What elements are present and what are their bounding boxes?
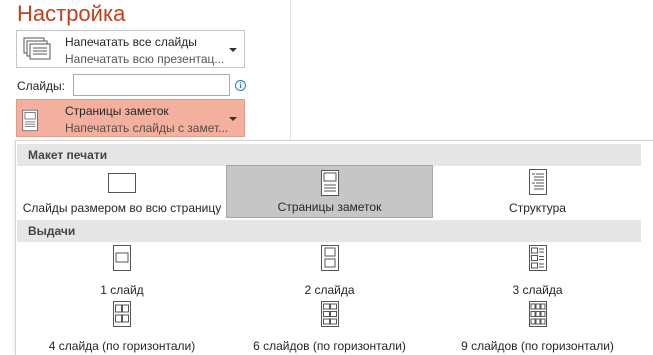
full-page-slide-icon — [108, 173, 136, 193]
chevron-down-icon — [229, 48, 237, 52]
handout-1-slide-icon — [113, 245, 131, 271]
handout-4-slides-icon — [113, 301, 131, 327]
print-layout-main: Страницы заметок — [65, 104, 169, 118]
page-title: Настройка — [17, 1, 126, 26]
handout-3-slides-icon — [528, 245, 547, 271]
handout-label: 6 слайдов (по горизонтали) — [253, 339, 406, 353]
handout-label: 3 слайда — [512, 283, 563, 297]
handout-4-slides[interactable]: 4 слайда (по горизонтали) — [19, 301, 225, 353]
print-layout-menu: Макет печати Слайды размером во всю стра… — [15, 140, 653, 355]
option-full-page-slides[interactable]: Слайды размером во всю страницу — [19, 165, 225, 218]
slides-input[interactable] — [73, 74, 230, 96]
handout-label: 9 слайдов (по горизонтали) — [461, 339, 614, 353]
handout-2-slides-icon — [320, 245, 339, 271]
option-label: Слайды размером во всю страницу — [22, 201, 222, 215]
handout-label: 2 слайда — [304, 283, 355, 297]
print-all-slides-icon — [23, 37, 51, 60]
panel-divider — [290, 0, 291, 140]
chevron-down-icon — [229, 117, 237, 121]
print-layout-dropdown[interactable]: Страницы заметок Напечатать слайды с зам… — [16, 99, 245, 137]
print-scope-main: Напечатать все слайды — [65, 35, 197, 49]
section-header-print-layout: Макет печати — [17, 144, 641, 166]
slides-label: Слайды: — [17, 79, 66, 93]
outline-icon — [528, 169, 547, 195]
handout-label: 4 слайда (по горизонтали) — [48, 339, 196, 353]
handout-3-slides[interactable]: 3 слайда — [434, 245, 641, 297]
handout-label: 1 слайд — [100, 283, 144, 297]
notes-page-icon — [22, 109, 38, 132]
print-scope-dropdown[interactable]: Напечатать все слайды Напечатать всю пре… — [16, 30, 245, 68]
handout-2-slides[interactable]: 2 слайда — [226, 245, 433, 297]
option-label: Страницы заметок — [277, 200, 382, 214]
print-layout-sub: Напечатать слайды с замет... — [65, 121, 229, 135]
notes-page-icon — [320, 170, 339, 196]
handout-1-slide[interactable]: 1 слайд — [19, 245, 225, 297]
handout-6-slides-icon — [320, 301, 339, 327]
print-scope-sub: Напечатать всю презентац... — [65, 52, 225, 66]
info-icon[interactable]: i — [235, 80, 246, 91]
handout-9-slides[interactable]: 9 слайдов (по горизонтали) — [434, 301, 641, 353]
handout-9-slides-icon — [528, 301, 547, 327]
option-label: Структура — [509, 201, 566, 215]
section-header-handouts: Выдачи — [17, 220, 641, 242]
option-outline[interactable]: Структура — [434, 165, 641, 218]
handout-6-slides[interactable]: 6 слайдов (по горизонтали) — [226, 301, 433, 353]
option-notes-pages[interactable]: Страницы заметок — [226, 165, 433, 218]
